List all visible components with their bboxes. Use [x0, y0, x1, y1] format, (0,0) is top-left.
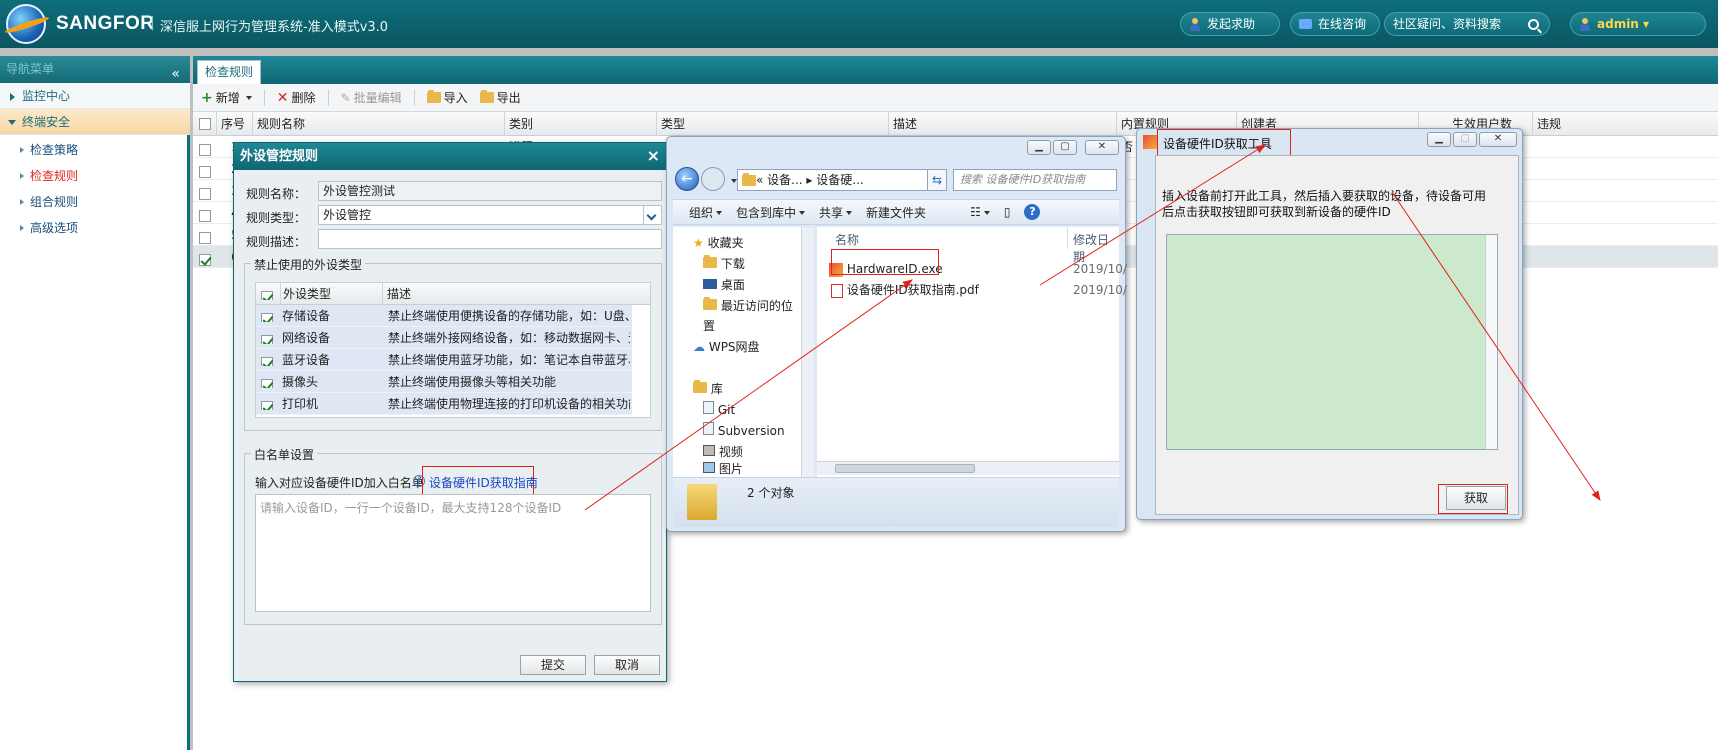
arrow-guide-to-exe: [584, 279, 913, 511]
arrow-tool-to-get: [1391, 191, 1601, 501]
annotation-arrows: [584, 144, 1601, 511]
arrow-exe-to-tool: [1039, 144, 1266, 286]
